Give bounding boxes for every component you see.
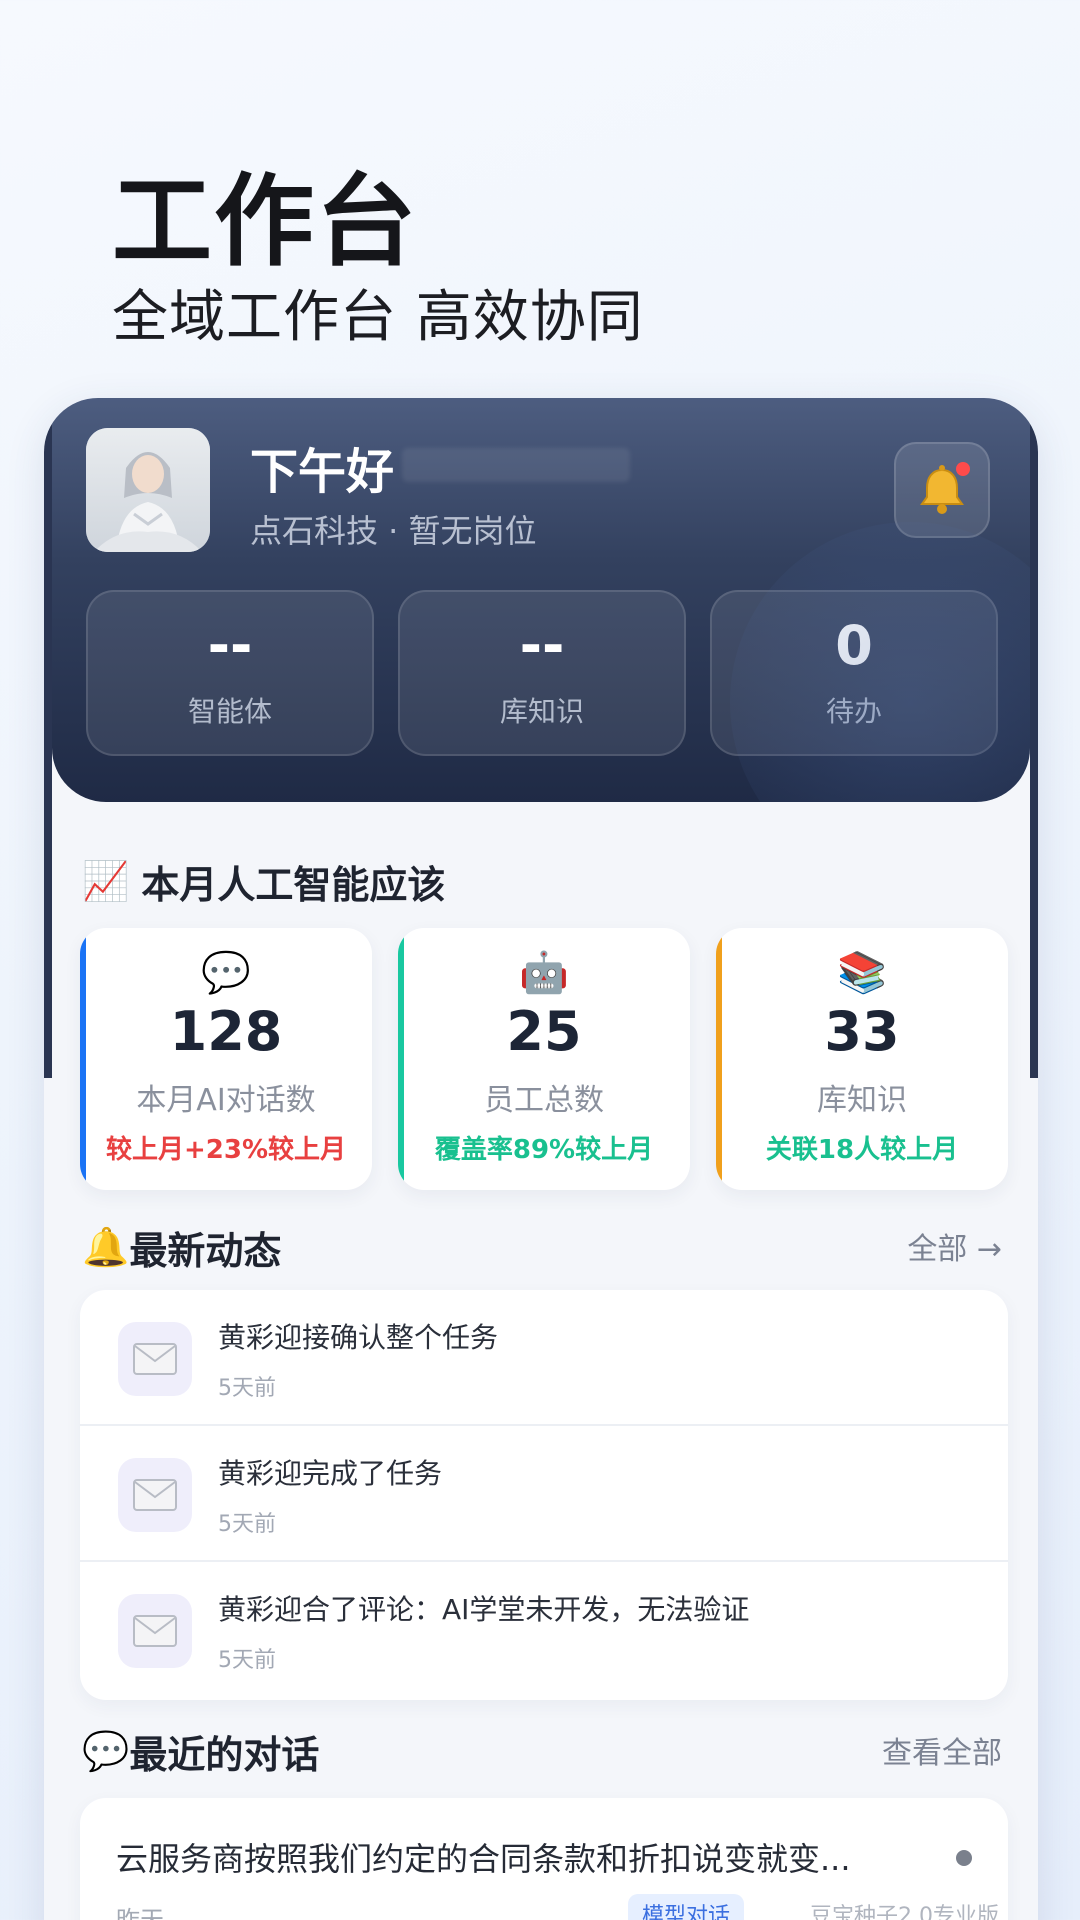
envelope-icon	[118, 1458, 192, 1532]
speech-bubble-icon: 💬	[201, 950, 251, 996]
hero-subtitle: 全域工作台 高效协同	[112, 285, 644, 350]
kpi-card-knowledge[interactable]: 📚 33 库知识 关联18人较上月	[716, 928, 1008, 1190]
section-title-text: 本月人工智能应该	[141, 863, 446, 907]
feed-view-all-link[interactable]: 全部 →	[907, 1224, 1002, 1268]
feed-item-text: 黄彩迎接确认整个任务	[218, 1321, 499, 1354]
kpi-value: 128	[169, 1000, 283, 1063]
conversations-view-all-link[interactable]: 查看全部	[882, 1728, 1002, 1772]
stat-value: 0	[835, 614, 873, 678]
feed-item-text: 黄彩迎完成了任务	[218, 1457, 443, 1490]
org-position-text: 点石科技 · 暂无岗位	[250, 512, 537, 550]
stat-knowledge[interactable]: -- 库知识	[398, 590, 686, 756]
conversations-section-title: 💬 最近的对话	[82, 1724, 319, 1779]
stat-value: --	[207, 614, 253, 678]
stat-value: --	[519, 614, 565, 678]
kpi-accent-bar	[716, 928, 722, 1190]
stat-label: 智能体	[187, 694, 272, 728]
unread-dot	[956, 1850, 972, 1866]
envelope-icon	[118, 1594, 192, 1668]
hero-title: 工作台	[112, 163, 418, 280]
username-redacted	[402, 448, 630, 482]
kpi-trend: 关联18人较上月	[765, 1135, 959, 1166]
speech-bubble-icon: 💬	[82, 1729, 130, 1773]
kpi-card-ai-chats[interactable]: 💬 128 本月AI对话数 较上月+23%较上月	[80, 928, 372, 1190]
feed-item-time: 5天前	[218, 1512, 276, 1537]
avatar[interactable]	[86, 428, 210, 552]
feed-section-title: 🔔 最新动态	[82, 1220, 281, 1275]
books-icon: 📚	[837, 950, 887, 996]
conversation-type-tag: 模型对话	[628, 1894, 745, 1920]
kpi-label: 本月AI对话数	[136, 1083, 316, 1119]
feed-item[interactable]: 黄彩迎接确认整个任务 5天前	[80, 1290, 1008, 1426]
conversation-card[interactable]: 云服务商按照我们约定的合同条款和折扣说变就变... 昨天 模型对话 豆宝种子2.…	[80, 1798, 1008, 1920]
monthly-kpi-cards: 💬 128 本月AI对话数 较上月+23%较上月 🤖 25 员工总数 覆盖率89…	[80, 928, 1008, 1190]
kpi-accent-bar	[398, 928, 404, 1190]
header-card: 下午好 点石科技 · 暂无岗位 -- 智能体 -- 库知识 0 待办	[52, 398, 1030, 802]
feed-item[interactable]: 黄彩迎合了评论：AI学堂未开发，无法验证 5天前	[80, 1562, 1008, 1698]
conversation-title: 云服务商按照我们约定的合同条款和折扣说变就变...	[116, 1840, 851, 1878]
activity-feed: 黄彩迎接确认整个任务 5天前 黄彩迎完成了任务 5天前 黄彩迎合了评论：AI学堂…	[80, 1290, 1008, 1700]
summary-stats: -- 智能体 -- 库知识 0 待办	[86, 590, 998, 756]
kpi-accent-bar	[80, 928, 86, 1190]
section-title-text: 最近的对话	[129, 1733, 320, 1777]
kpi-value: 25	[506, 1000, 582, 1063]
feed-item-text: 黄彩迎合了评论：AI学堂未开发，无法验证	[218, 1593, 750, 1626]
frame-edge-left	[44, 398, 52, 1078]
envelope-icon	[118, 1322, 192, 1396]
feed-item-time: 5天前	[218, 1376, 276, 1401]
kpi-label: 库知识	[817, 1083, 907, 1119]
robot-icon: 🤖	[519, 950, 569, 996]
kpi-value: 33	[824, 1000, 900, 1063]
phone-screen: 下午好 点石科技 · 暂无岗位 -- 智能体 -- 库知识 0 待办 📈 本月人…	[44, 398, 1038, 1920]
frame-edge-right	[1030, 398, 1038, 1078]
stat-label: 待办	[825, 694, 882, 728]
kpi-trend: 覆盖率89%较上月	[434, 1135, 654, 1166]
feed-item[interactable]: 黄彩迎完成了任务 5天前	[80, 1426, 1008, 1562]
kpi-trend: 较上月+23%较上月	[105, 1135, 347, 1166]
kpi-card-employees[interactable]: 🤖 25 员工总数 覆盖率89%较上月	[398, 928, 690, 1190]
section-title-text: 最新动态	[129, 1229, 282, 1273]
monthly-section-title: 📈 本月人工智能应该	[82, 854, 445, 909]
avatar-image	[86, 428, 210, 552]
unread-badge	[956, 462, 970, 476]
stat-label: 库知识	[499, 694, 584, 728]
stat-agents[interactable]: -- 智能体	[86, 590, 374, 756]
stat-todo[interactable]: 0 待办	[710, 590, 998, 756]
greeting-text: 下午好	[250, 444, 395, 500]
bell-icon: 🔔	[82, 1225, 130, 1269]
notification-button[interactable]	[894, 442, 990, 538]
kpi-label: 员工总数	[484, 1083, 604, 1119]
chart-increasing-icon: 📈	[82, 859, 130, 903]
conversation-model-name: 豆宝种子2.0专业版	[810, 1904, 999, 1920]
feed-item-time: 5天前	[218, 1648, 276, 1673]
conversation-time: 昨天	[116, 1906, 164, 1920]
